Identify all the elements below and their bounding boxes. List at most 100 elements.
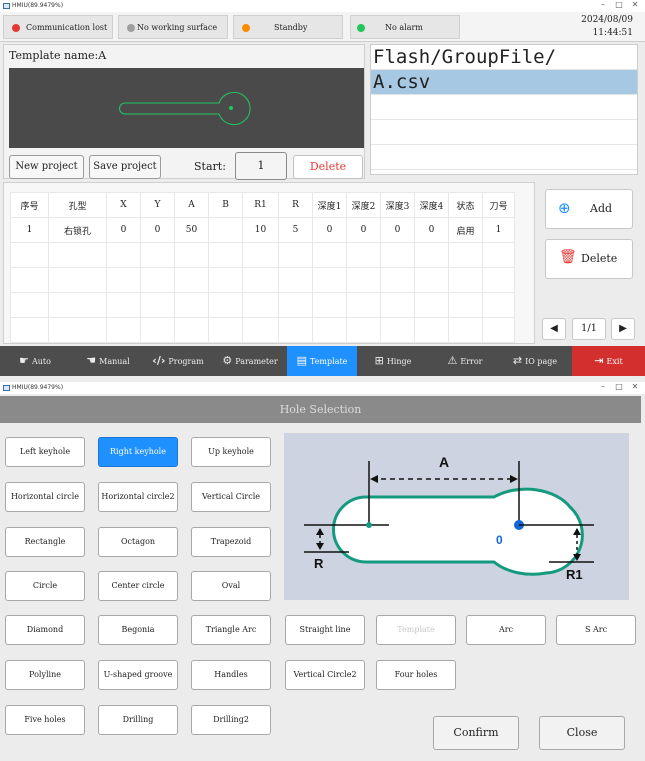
hand-icon: ☚ — [86, 354, 97, 367]
label-a: A — [439, 454, 449, 470]
hole-trapezoid-button[interactable]: Trapezoid — [191, 527, 271, 557]
hole-template-button: Template — [376, 615, 456, 645]
hole-horizontal-circle-button[interactable]: Horizontal circle — [5, 482, 85, 512]
hole-five-holes-button[interactable]: Five holes — [5, 705, 85, 735]
hole-vertical-circle-button[interactable]: Vertical Circle — [191, 482, 271, 512]
dialog-title: Hole Selection — [0, 396, 641, 423]
nav-template[interactable]: ▤ Template — [287, 346, 357, 376]
hole-diamond-button[interactable]: Diamond — [5, 615, 85, 645]
save-project-button[interactable]: Save project — [89, 155, 161, 179]
col-header: 刀号 — [482, 192, 515, 218]
hole-vertical-circle2-button[interactable]: Vertical Circle2 — [285, 660, 365, 690]
close-icon[interactable]: ✕ — [628, 0, 642, 9]
nav-exit[interactable]: ⇥ Exit — [572, 346, 645, 376]
hole-rectangle-button[interactable]: Rectangle — [5, 527, 85, 557]
start-input[interactable]: 1 — [235, 152, 287, 180]
hole-table[interactable]: 序号 孔型 X Y A B R1 R 深度1 深度2 深度3 深度4 状态 刀号… — [10, 192, 515, 343]
hole-up-keyhole-button[interactable]: Up keyhole — [191, 437, 271, 467]
file-row-selected[interactable]: A.csv — [371, 70, 637, 95]
status-dot-icon — [12, 24, 20, 32]
table-row[interactable]: 1 右锁孔 0 0 50 10 5 0 0 0 0 启用 1 — [10, 217, 515, 243]
file-row[interactable] — [371, 95, 637, 120]
hand-icon: ☛ — [19, 354, 29, 367]
hole-four-holes-button[interactable]: Four holes — [376, 660, 456, 690]
hole-u-shaped-groove-button[interactable]: U-shaped groove — [98, 660, 178, 690]
hole-left-keyhole-button[interactable]: Left keyhole — [5, 437, 85, 467]
prev-page-icon[interactable]: ◀ — [542, 318, 566, 340]
table-cell: 0 — [380, 217, 415, 243]
file-list[interactable]: Flash/GroupFile/ A.csv — [370, 44, 638, 175]
app-icon — [3, 3, 10, 9]
table-cell: 0 — [106, 217, 141, 243]
col-header: B — [208, 192, 243, 218]
label-r1: R1 — [566, 567, 583, 582]
file-row[interactable] — [371, 120, 637, 145]
hole-straight-line-button[interactable]: Straight line — [285, 615, 365, 645]
nav-auto[interactable]: ☛ Auto — [0, 346, 70, 376]
hole-right-keyhole-button[interactable]: Right keyhole — [98, 437, 178, 467]
table-cell: 0 — [414, 217, 449, 243]
hole-handles-button[interactable]: Handles — [191, 660, 271, 690]
status-label: No alarm — [385, 23, 423, 32]
template-name-label: Template name: — [9, 49, 99, 62]
col-header: 深度4 — [414, 192, 449, 218]
time-text: 11:44:51 — [592, 28, 633, 38]
status-alarm: No alarm — [350, 15, 460, 39]
table-row-empty[interactable] — [10, 317, 515, 343]
file-row-path[interactable]: Flash/GroupFile/ — [371, 45, 637, 70]
maximize-icon[interactable]: □ — [612, 382, 626, 391]
new-project-button[interactable]: New project — [9, 155, 84, 179]
col-header: R — [278, 192, 313, 218]
file-row[interactable] — [371, 145, 637, 170]
nav-manual[interactable]: ☚ Manual — [73, 346, 143, 376]
next-page-icon[interactable]: ▶ — [611, 318, 635, 340]
close-icon[interactable]: ✕ — [628, 382, 642, 391]
table-cell: 1 — [482, 217, 515, 243]
add-circle-icon: ⊕ — [558, 199, 571, 217]
nav-parameter[interactable]: ⚙ Parameter — [215, 346, 285, 376]
trash-icon: 🗑 — [559, 249, 577, 265]
label-origin: 0 — [496, 533, 503, 547]
datetime: 2024/08/09 11:44:51 — [581, 14, 633, 40]
page-indicator: 1/1 — [572, 318, 606, 340]
delete-row-button[interactable]: 🗑 Delete — [545, 239, 633, 279]
hole-begonia-button[interactable]: Begonia — [98, 615, 178, 645]
hole-preview-diagram: A 0 R R1 — [284, 433, 629, 600]
maximize-icon[interactable]: □ — [612, 0, 626, 9]
template-delete-button[interactable]: Delete — [293, 155, 363, 179]
template-preview — [9, 68, 364, 148]
hole-drilling2-button[interactable]: Drilling2 — [191, 705, 271, 735]
close-button[interactable]: Close — [539, 716, 625, 750]
hole-arc-button[interactable]: Arc — [466, 615, 546, 645]
hole-center-circle-button[interactable]: Center circle — [98, 571, 178, 601]
nav-io-page[interactable]: ⇄ IO page — [500, 346, 570, 376]
table-row-empty[interactable] — [10, 267, 515, 293]
hole-circle-button[interactable]: Circle — [5, 571, 85, 601]
table-row-empty[interactable] — [10, 292, 515, 318]
nav-program[interactable]: ‹/› Program — [143, 346, 213, 376]
table-row-empty[interactable] — [10, 242, 515, 268]
status-dot-icon — [242, 24, 250, 32]
gear-icon: ⚙ — [222, 354, 233, 367]
col-header: 深度2 — [346, 192, 381, 218]
hole-polyline-button[interactable]: Polyline — [5, 660, 85, 690]
hole-s-arc-button[interactable]: S Arc — [556, 615, 636, 645]
nav-error[interactable]: ⚠ Error — [430, 346, 500, 376]
hole-horizontal-circle2-button[interactable]: Horizontal circle2 — [98, 482, 178, 512]
col-header: 序号 — [10, 192, 49, 218]
template-name-value: A — [98, 49, 107, 62]
col-header: 孔型 — [48, 192, 107, 218]
minimize-icon[interactable]: – — [596, 0, 610, 9]
col-header: 深度1 — [312, 192, 347, 218]
hole-drilling-button[interactable]: Drilling — [98, 705, 178, 735]
table-cell: 1 — [10, 217, 49, 243]
nav-hinge[interactable]: ⊞ Hinge — [358, 346, 428, 376]
minimize-icon[interactable]: – — [596, 382, 610, 391]
hole-oval-button[interactable]: Oval — [191, 571, 271, 601]
table-cell: 10 — [242, 217, 279, 243]
add-button[interactable]: ⊕ Add — [545, 189, 633, 229]
delete-label: Delete — [581, 252, 618, 265]
confirm-button[interactable]: Confirm — [433, 716, 519, 750]
hole-triangle-arc-button[interactable]: Triangle Arc — [191, 615, 271, 645]
hole-octagon-button[interactable]: Octagon — [98, 527, 178, 557]
